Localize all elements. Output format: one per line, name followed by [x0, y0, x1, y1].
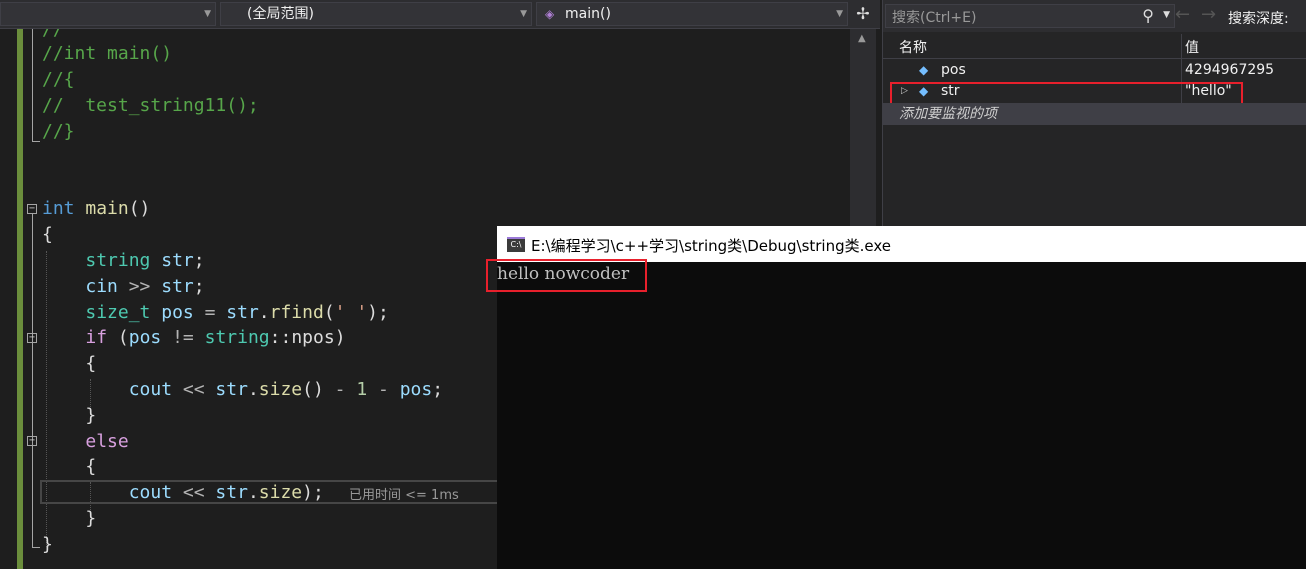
search-icon[interactable]: ⚲ — [1142, 6, 1154, 25]
scope-combo[interactable]: (全局范围) ▼ — [220, 2, 532, 26]
code-line-comment: //{ — [42, 69, 75, 90]
code-line: } — [42, 534, 53, 555]
back-arrow-icon[interactable]: ← — [1175, 4, 1190, 25]
code-line: cin >> str; — [85, 276, 205, 297]
watch-header-row: 名称 值 — [883, 34, 1306, 59]
editor-navigation-bar: ▼ (全局范围) ▼ ◈ main() ▼ — [0, 0, 880, 29]
variable-icon: ◆ — [919, 63, 929, 77]
scroll-up-icon[interactable]: ▲ — [858, 33, 866, 44]
code-line: cout << str.size() - 1 - pos; — [128, 379, 444, 400]
code-line: else — [85, 431, 129, 452]
chevron-down-icon: ▼ — [204, 9, 211, 19]
highlight-box-console-output — [486, 259, 647, 292]
code-line: { — [85, 353, 97, 374]
outline-line — [32, 214, 33, 547]
column-header-value[interactable]: 值 — [1185, 37, 1199, 57]
collapse-if-toggle[interactable]: − — [27, 333, 37, 343]
outline-end — [32, 547, 40, 548]
outline-end — [32, 141, 40, 142]
code-line: } — [85, 508, 97, 529]
member-combo[interactable]: ◈ main() ▼ — [536, 2, 848, 26]
chevron-down-icon[interactable]: ▼ — [1163, 10, 1170, 20]
watch-row-value[interactable]: 4294967295 — [1185, 59, 1274, 81]
code-line: { — [42, 224, 53, 245]
add-watch-placeholder: 添加要监视的项 — [899, 106, 997, 122]
forward-arrow-icon[interactable]: → — [1201, 4, 1216, 25]
member-combo-value: main() — [565, 6, 611, 22]
highlight-box-str-row — [890, 82, 1243, 105]
code-line-comment: //} — [42, 121, 75, 142]
change-tracking-margin — [17, 29, 23, 569]
search-placeholder: 搜索(Ctrl+E) — [892, 10, 977, 26]
collapse-main-toggle[interactable]: − — [27, 204, 37, 214]
console-title-bar[interactable]: C:\ E:\编程学习\c++学习\string类\Debug\string类.… — [497, 226, 1306, 262]
outline-line — [32, 29, 33, 141]
watch-toolbar: 搜索(Ctrl+E) ⚲ ▼ ← → 搜索深度: — [883, 0, 1306, 32]
split-window-button[interactable]: ✢ — [850, 2, 876, 26]
scope-combo-value: (全局范围) — [247, 6, 314, 22]
code-line-comment: //int main() — [42, 43, 173, 64]
column-header-name[interactable]: 名称 — [899, 37, 927, 57]
search-depth-label: 搜索深度: — [1228, 11, 1289, 27]
watch-search-input[interactable]: 搜索(Ctrl+E) ⚲ ▼ — [885, 4, 1175, 28]
code-line: { — [85, 456, 97, 477]
console-app-icon: C:\ — [507, 237, 525, 252]
code-line-current: cout << str.size); — [128, 482, 324, 503]
collapse-else-toggle[interactable]: − — [27, 436, 37, 446]
code-line-comment: // test_string11(); — [42, 95, 259, 116]
watch-row-name: pos — [941, 62, 966, 78]
code-line: } — [85, 405, 97, 426]
chevron-down-icon: ▼ — [520, 9, 527, 19]
code-line: string str; — [85, 250, 205, 271]
perf-tip[interactable]: 已用时间 <= 1ms — [349, 484, 459, 503]
code-line: if (pos != string::npos) — [85, 327, 346, 348]
watch-row-pos[interactable]: ◆ pos 4294967295 — [883, 59, 1306, 81]
watch-add-item-row[interactable]: 添加要监视的项 — [883, 103, 1306, 125]
chevron-down-icon: ▼ — [836, 9, 843, 19]
code-line: size_t pos = str.rfind(' '); — [85, 302, 389, 323]
method-icon: ◈ — [545, 7, 555, 21]
project-combo[interactable]: ▼ — [0, 2, 216, 26]
code-line-main-signature: int main() — [42, 198, 151, 219]
console-title: E:\编程学习\c++学习\string类\Debug\string类.exe — [531, 237, 892, 255]
